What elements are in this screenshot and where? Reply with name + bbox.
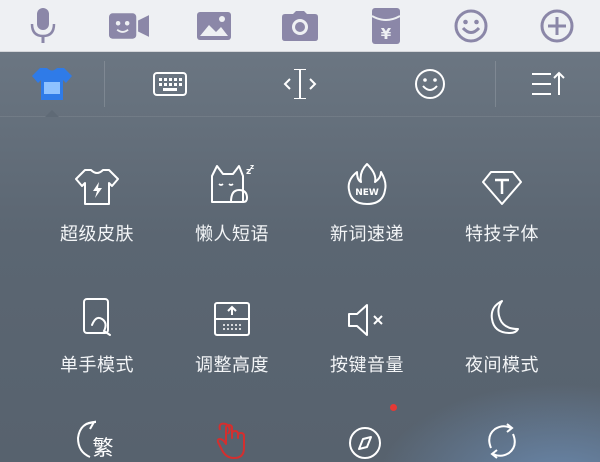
smiley-icon: [415, 69, 445, 99]
camera-icon[interactable]: [280, 6, 320, 46]
skin-tshirt-icon: [32, 68, 72, 100]
video-face-icon[interactable]: [108, 6, 149, 46]
toolbox-item-one-hand[interactable]: 单手模式: [22, 281, 172, 377]
add-icon[interactable]: [537, 6, 577, 46]
emoji-icon[interactable]: [451, 6, 491, 46]
tab-menu[interactable]: [496, 52, 600, 116]
tshirt-icon: [75, 169, 119, 205]
gesture-hand-icon: [216, 422, 245, 459]
toolbox-item-key-volume[interactable]: 按键音量: [292, 281, 442, 377]
speaker-mute-icon: [348, 304, 383, 336]
toolbox-item-label: 特技字体: [465, 224, 539, 245]
toolbox-item-super-skin[interactable]: 超级皮肤: [22, 150, 172, 246]
toolbox-item-label: 超级皮肤: [60, 224, 134, 245]
compass-icon: [349, 427, 381, 459]
toolbox-item-night-mode[interactable]: 夜间模式: [427, 281, 577, 377]
keyboard-icon: [153, 72, 187, 96]
tab-cursor[interactable]: [235, 52, 365, 116]
microphone-icon[interactable]: [23, 6, 63, 46]
keyboard-toolbox-panel: 超级皮肤 z z 懒人短语 NEW 新词速递 特技字体 单手模式 调整高度 按键…: [0, 52, 600, 462]
toolbox-item-label: 懒人短语: [195, 224, 269, 245]
active-tab-pointer: [45, 110, 59, 117]
toolbox-item-label: 调整高度: [195, 355, 269, 376]
tab-emoji[interactable]: [365, 52, 495, 116]
keyboard-tab-bar: [0, 52, 600, 117]
sync-icon: [488, 423, 516, 459]
chat-input-toolbar: ¥: [0, 0, 600, 52]
toolbox-item-adjust-height[interactable]: 调整高度: [157, 281, 307, 377]
red-packet-icon[interactable]: ¥: [366, 6, 406, 46]
toolbox-item-traditional-chinese[interactable]: 繁: [22, 404, 172, 460]
toolbox-item-label: 单手模式: [60, 355, 134, 376]
cursor-icon: [283, 69, 317, 99]
tab-keyboard[interactable]: [105, 52, 235, 116]
traditional-chinese-icon: 繁: [76, 420, 114, 460]
fire-new-icon: NEW: [347, 163, 387, 205]
svg-text:¥: ¥: [380, 25, 391, 43]
new-badge-dot: [390, 404, 397, 411]
toolbox-item-label: 夜间模式: [465, 355, 539, 376]
one-hand-icon: [83, 298, 111, 336]
traditional-glyph: 繁: [93, 436, 114, 460]
moon-icon: [490, 300, 519, 334]
toolbox-item-label: 新词速递: [330, 224, 404, 245]
svg-text:NEW: NEW: [355, 188, 379, 198]
toolbox-item-gesture[interactable]: [157, 404, 307, 460]
diamond-font-icon: [482, 171, 522, 205]
toolbox-item-label: 按键音量: [330, 355, 404, 376]
toolbox-item-compass[interactable]: [292, 404, 442, 460]
menu-sort-icon: [532, 71, 565, 95]
image-icon[interactable]: [194, 6, 234, 46]
toolbox-item-sync[interactable]: [427, 404, 577, 460]
toolbox-item-new-words[interactable]: NEW 新词速递: [292, 150, 442, 246]
tab-skin[interactable]: [0, 52, 104, 117]
sleepy-cat-icon: z z: [211, 163, 254, 203]
svg-text:z: z: [250, 163, 254, 171]
adjust-height-icon: [214, 302, 250, 336]
toolbox-item-lazy-phrases[interactable]: z z 懒人短语: [157, 150, 307, 246]
toolbox-item-special-fonts[interactable]: 特技字体: [427, 150, 577, 246]
